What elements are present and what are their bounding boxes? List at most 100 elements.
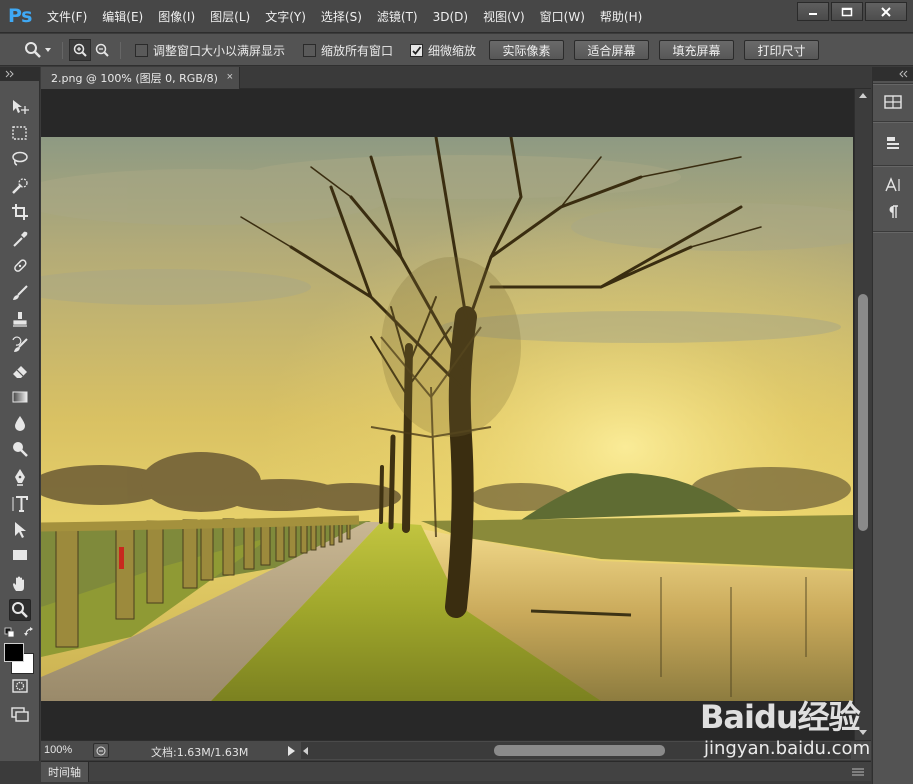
eyedropper-tool[interactable] (9, 228, 31, 250)
type-icon (12, 496, 28, 512)
divider (873, 83, 913, 85)
dodge-tool[interactable] (9, 438, 31, 460)
lasso-tool[interactable] (9, 148, 31, 170)
timeline-tab[interactable]: 时间轴 (41, 762, 89, 782)
fill-screen-button[interactable]: 填充屏幕 (659, 40, 734, 60)
resize-windows-option[interactable]: 调整窗口大小以满屏显示 (135, 34, 285, 66)
default-colors-icon[interactable] (4, 627, 16, 638)
divider (62, 42, 63, 59)
collapse-arrows-icon (5, 70, 14, 78)
toolbar-collapse-strip[interactable] (0, 67, 40, 81)
menu-filter[interactable]: 滤镜(T) (377, 8, 418, 25)
checkmark-icon (412, 45, 422, 55)
character-icon (885, 177, 900, 192)
paragraph-panel-button[interactable] (882, 201, 904, 223)
maximize-button[interactable] (831, 2, 863, 21)
maximize-icon (841, 7, 853, 16)
watermark-url: jingyan.baidu.com (704, 738, 871, 759)
zoom-all-option[interactable]: 缩放所有窗口 (303, 34, 393, 66)
path-selection-tool[interactable] (9, 519, 31, 541)
scrubby-zoom-label: 细微缩放 (428, 43, 477, 58)
pen-tool[interactable] (9, 466, 31, 488)
photoshop-logo: Ps (8, 5, 32, 27)
resize-windows-checkbox[interactable] (135, 43, 148, 57)
close-tab-icon[interactable]: × (227, 71, 233, 83)
status-info-icon[interactable] (93, 743, 109, 758)
clone-stamp-icon (13, 312, 27, 327)
minimize-button[interactable] (797, 2, 829, 21)
tools-panel (0, 81, 40, 761)
baidu-jingyan-logo: Baidu经验 (700, 698, 861, 736)
menu-image[interactable]: 图像(I) (158, 8, 195, 25)
canvas-area[interactable] (41, 89, 854, 740)
quick-mask-button[interactable] (9, 675, 31, 697)
foreground-color[interactable] (4, 643, 24, 662)
layers-panel-button[interactable] (882, 132, 904, 154)
zoom-level-field[interactable]: 100% (44, 744, 72, 756)
collapse-arrows-icon (899, 70, 908, 78)
clone-stamp-tool[interactable] (9, 309, 31, 331)
rectangle-tool[interactable] (9, 544, 31, 566)
divider (873, 165, 913, 167)
move-tool[interactable] (9, 96, 31, 118)
scroll-left-icon[interactable] (303, 747, 308, 755)
menu-edit[interactable]: 编辑(E) (102, 8, 143, 25)
swap-colors-icon[interactable] (24, 627, 36, 638)
gradient-tool[interactable] (9, 386, 31, 408)
panel-menu-icon[interactable] (851, 767, 865, 777)
type-tool[interactable] (9, 493, 31, 515)
hand-icon (13, 576, 24, 591)
scroll-up-icon[interactable] (859, 93, 867, 98)
arrange-panel-button[interactable] (882, 91, 904, 113)
watermark: Baidu经验 jingyan.baidu.com (690, 688, 880, 768)
document-image[interactable] (41, 137, 853, 701)
history-brush-tool[interactable] (9, 335, 31, 357)
zoom-in-icon (73, 43, 87, 57)
actual-pixels-button[interactable]: 实际像素 (489, 40, 564, 60)
zoom-out-button[interactable] (91, 39, 113, 61)
healing-brush-tool[interactable] (9, 255, 31, 277)
vertical-scrollbar[interactable] (854, 89, 871, 740)
panel-collapse-strip[interactable] (872, 67, 913, 81)
menu-window[interactable]: 窗口(W) (540, 8, 585, 25)
zoom-tool[interactable] (9, 599, 31, 621)
zoom-all-checkbox[interactable] (303, 43, 316, 57)
minimize-icon (809, 12, 817, 15)
scrubby-zoom-option[interactable]: 细微缩放 (410, 34, 476, 66)
zoom-in-button[interactable] (69, 39, 91, 61)
menu-view[interactable]: 视图(V) (483, 8, 525, 25)
quick-selection-icon (12, 178, 28, 194)
menu-type[interactable]: 文字(Y) (265, 8, 306, 25)
print-size-button[interactable]: 打印尺寸 (744, 40, 819, 60)
status-menu-arrow-icon[interactable] (288, 746, 295, 756)
gradient-icon (12, 391, 28, 403)
scrubby-zoom-checkbox[interactable] (410, 43, 423, 57)
fit-screen-button[interactable]: 适合屏幕 (574, 40, 649, 60)
document-tab[interactable]: 2.png @ 100% (图层 0, RGB/8) × (41, 67, 240, 89)
menu-layer[interactable]: 图层(L) (210, 8, 250, 25)
hand-tool[interactable] (9, 573, 31, 595)
vertical-scroll-thumb[interactable] (858, 294, 868, 531)
menu-3d[interactable]: 3D(D) (433, 10, 468, 24)
window-controls (795, 2, 907, 21)
zoom-all-label: 缩放所有窗口 (321, 43, 394, 58)
quick-selection-tool[interactable] (9, 175, 31, 197)
blur-tool[interactable] (9, 412, 31, 434)
lasso-icon (12, 151, 28, 166)
layers-icon (887, 137, 899, 149)
menu-help[interactable]: 帮助(H) (600, 8, 642, 25)
character-panel-button[interactable] (882, 174, 904, 196)
horizontal-scroll-thumb[interactable] (494, 745, 665, 756)
chevron-down-icon (45, 48, 51, 52)
blur-icon (15, 416, 25, 431)
screen-mode-button[interactable] (9, 703, 31, 725)
menu-file[interactable]: 文件(F) (47, 8, 87, 25)
document-tab-title: 2.png @ 100% (图层 0, RGB/8) (51, 72, 218, 85)
menu-select[interactable]: 选择(S) (321, 8, 362, 25)
eraser-tool[interactable] (9, 361, 31, 383)
crop-tool[interactable] (9, 201, 31, 223)
close-button[interactable] (865, 2, 907, 21)
tool-preset-picker[interactable] (22, 34, 52, 66)
marquee-tool[interactable] (9, 122, 31, 144)
brush-tool[interactable] (9, 282, 31, 304)
